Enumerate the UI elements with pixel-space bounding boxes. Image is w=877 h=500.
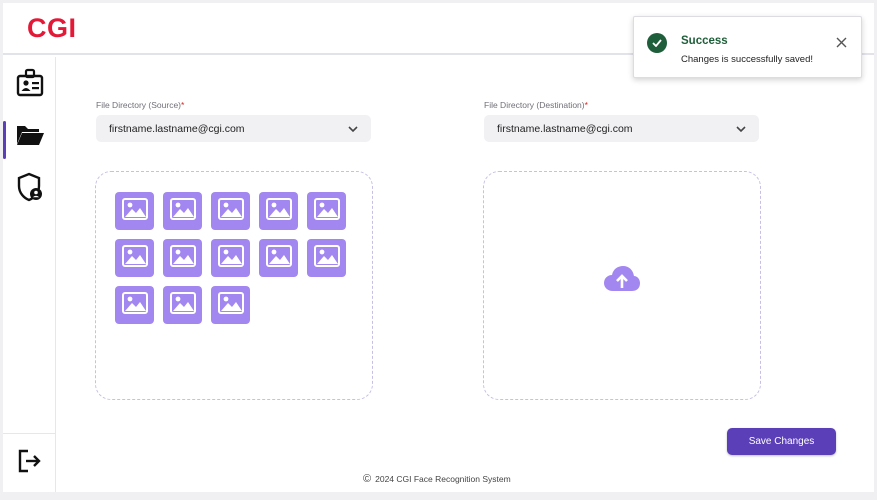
app-window: CGI File Directory (Source)* firstname.l… [3, 3, 874, 492]
shield-user-icon [17, 172, 43, 207]
image-icon [265, 197, 292, 225]
source-directory-label: File Directory (Source)* [96, 100, 184, 110]
image-thumbnail[interactable] [211, 239, 250, 277]
destination-dropzone[interactable] [483, 171, 761, 400]
logout-button[interactable] [3, 441, 56, 485]
cloud-upload-icon[interactable] [603, 265, 641, 298]
image-icon [217, 291, 244, 319]
image-thumbnail[interactable] [115, 192, 154, 230]
chevron-down-icon [736, 124, 746, 136]
image-thumbnail[interactable] [211, 286, 250, 324]
image-icon [121, 197, 148, 225]
image-thumbnail[interactable] [307, 239, 346, 277]
id-badge-icon [16, 68, 44, 103]
copyright-icon: © [363, 473, 372, 485]
sidebar [3, 57, 56, 492]
folder-open-icon [15, 123, 45, 152]
image-icon [217, 244, 244, 272]
image-thumbnail[interactable] [259, 192, 298, 230]
sidebar-item-profile[interactable] [3, 63, 56, 107]
image-icon [169, 197, 196, 225]
image-thumbnail[interactable] [115, 239, 154, 277]
success-toast: Success Changes is successfully saved! [633, 16, 862, 78]
source-label-text: File Directory (Source) [96, 100, 182, 110]
image-icon [121, 244, 148, 272]
source-directory-value: firstname.lastname@cgi.com [109, 122, 245, 135]
image-icon [169, 244, 196, 272]
logout-icon [17, 448, 43, 479]
image-thumbnail[interactable] [163, 286, 202, 324]
image-thumbnail[interactable] [259, 239, 298, 277]
sidebar-divider [3, 433, 56, 434]
image-icon [313, 244, 340, 272]
destination-directory-label: File Directory (Destination)* [484, 100, 588, 110]
image-thumbnail[interactable] [307, 192, 346, 230]
destination-directory-value: firstname.lastname@cgi.com [497, 122, 633, 135]
save-changes-button[interactable]: Save Changes [727, 428, 836, 455]
source-image-grid[interactable] [95, 171, 373, 400]
image-thumbnail[interactable] [163, 192, 202, 230]
toast-title: Success [681, 35, 728, 47]
footer: © 2024 CGI Face Recognition System [363, 473, 511, 485]
image-thumbnail[interactable] [115, 286, 154, 324]
image-thumbnail[interactable] [211, 192, 250, 230]
image-icon [313, 197, 340, 225]
sidebar-item-folders[interactable] [3, 115, 56, 159]
sidebar-item-security[interactable] [3, 167, 56, 211]
image-icon [265, 244, 292, 272]
toast-message: Changes is successfully saved! [681, 54, 814, 65]
image-thumbnail[interactable] [163, 239, 202, 277]
required-mark: * [181, 100, 185, 110]
check-circle-icon [647, 33, 667, 53]
image-icon [217, 197, 244, 225]
footer-text: 2024 CGI Face Recognition System [375, 474, 511, 484]
destination-directory-select[interactable]: firstname.lastname@cgi.com [484, 115, 759, 142]
source-directory-select[interactable]: firstname.lastname@cgi.com [96, 115, 371, 142]
close-icon[interactable] [836, 35, 847, 53]
image-icon [121, 291, 148, 319]
image-icon [169, 291, 196, 319]
destination-label-text: File Directory (Destination) [484, 100, 585, 110]
required-mark: * [584, 100, 588, 110]
cgi-logo[interactable]: CGI [27, 13, 77, 44]
chevron-down-icon [348, 124, 358, 136]
